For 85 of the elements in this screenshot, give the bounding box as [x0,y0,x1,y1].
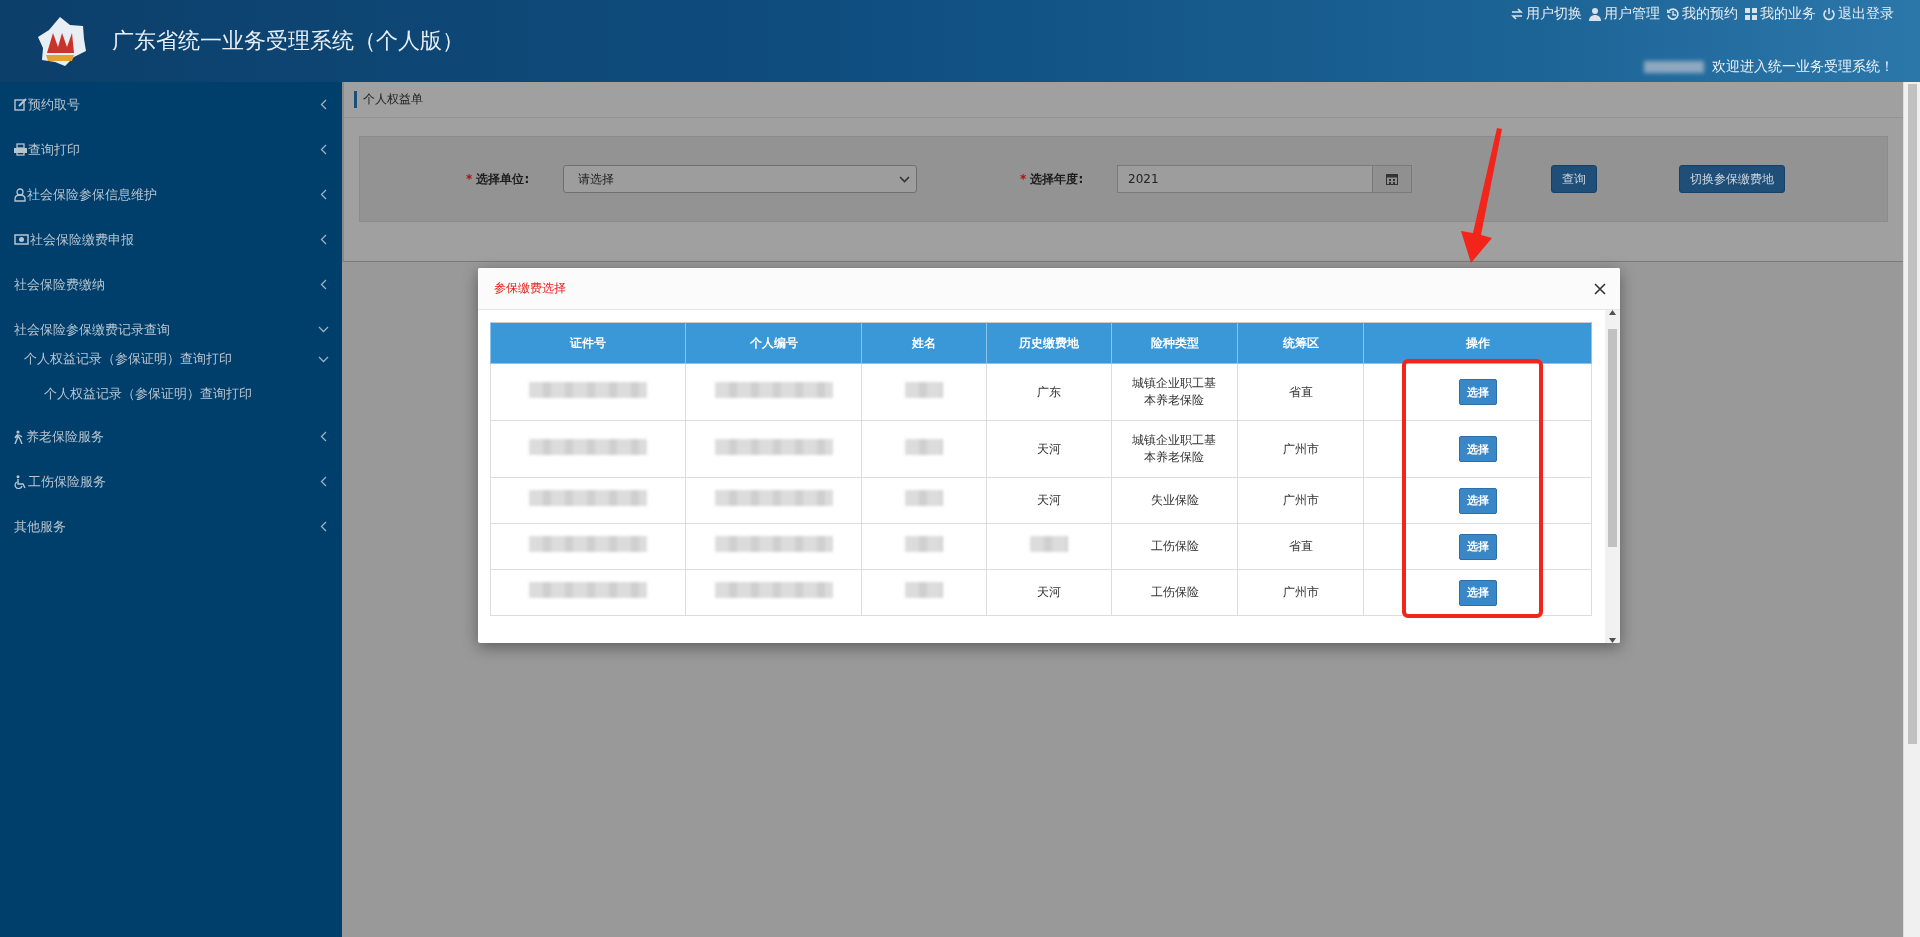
app-title: 广东省统一业务受理系统（个人版） [112,27,464,55]
page-scrollbar[interactable] [1907,84,1917,744]
chevron-left-icon [320,99,327,110]
table-cell: 广州市 [1282,440,1319,458]
table-cell: 天河 [1037,492,1061,509]
table-cell: 工伤保险 [1150,538,1199,555]
banknote-icon [14,234,29,245]
scroll-down-icon[interactable] [1609,638,1616,643]
header-link[interactable]: 我的业务 [1744,5,1816,23]
year-field[interactable]: 2021 [1117,165,1373,193]
close-icon[interactable] [1594,282,1606,295]
blurred-text [905,490,943,506]
printer-icon [14,143,27,156]
chevron-left-icon [320,521,327,532]
blurred-text [1030,536,1068,552]
chevron-left-icon [320,279,327,290]
chevron-down-icon [899,175,910,183]
column-header: 证件号 [570,335,606,350]
history-icon [1666,7,1680,21]
chevron-left-icon [320,431,327,442]
select-button[interactable]: 选择 [1458,379,1497,405]
nav-item[interactable]: 社会保险缴费申报 [0,217,342,262]
chevron-left-icon [320,476,327,487]
nav-item[interactable]: 查询打印 [0,127,342,172]
table-cell: 省直 [1288,383,1313,401]
nav-item[interactable]: 预约取号 [0,82,342,127]
user-icon [14,187,26,202]
column-header: 个人编号 [749,335,798,350]
header-link[interactable]: 我的预约 [1666,5,1738,23]
field-label: * 选择年度: [1020,170,1085,188]
edit-icon [14,98,27,111]
table-cell: 广州市 [1282,584,1319,601]
chevron-down-icon [318,326,329,333]
nav-item[interactable]: 社会保险参保信息维护 [0,172,342,217]
table-cell: 城镇企业职工基本养老保险 [1131,375,1218,409]
header-link[interactable]: 用户切换 [1510,5,1582,23]
blurred-text [905,582,943,598]
grid-icon [1744,7,1758,21]
blurred-text [905,438,943,455]
wheelchair-icon [14,474,27,489]
table-cell: 广州市 [1282,492,1319,509]
switch-location-button[interactable]: 切换参保缴费地 [1679,165,1785,193]
chevron-down-icon [318,355,329,363]
table-cell: 天河 [1037,584,1061,601]
switch-icon [1510,7,1524,21]
select-button[interactable]: 选择 [1458,533,1497,560]
unit-select[interactable]: 请选择 [563,165,917,193]
nav-item[interactable]: 个人权益记录（参保证明）查询打印 [0,374,342,414]
nav-item[interactable]: 养老保险服务 [0,414,342,459]
column-header: 姓名 [912,335,936,350]
user-icon [1588,7,1602,21]
blurred-username [1644,61,1704,73]
table-cell: 天河 [1037,440,1061,458]
chevron-left-icon [320,144,327,155]
nav-item[interactable]: 社会保险费缴纳 [0,262,342,307]
select-button[interactable]: 选择 [1458,487,1497,514]
select-button[interactable]: 选择 [1458,436,1497,462]
table-cell: 广东 [1037,383,1061,401]
field-label: * 选择单位: [466,170,531,188]
scrollbar[interactable] [1605,310,1620,643]
dialog-title: 参保缴费选择 [494,280,566,297]
blurred-text [905,536,943,552]
table-cell: 省直 [1288,538,1313,555]
column-header: 操作 [1465,335,1490,350]
calendar-button[interactable] [1373,165,1412,193]
column-header: 统筹区 [1282,335,1319,350]
table-cell: 失业保险 [1150,492,1199,509]
nav-item[interactable]: 工伤保险服务 [0,459,342,504]
chevron-left-icon [320,234,327,245]
query-button[interactable]: 查询 [1551,165,1597,193]
header-link[interactable]: 用户管理 [1588,5,1660,23]
column-header: 险种类型 [1150,335,1199,350]
chevron-left-icon [320,189,327,200]
nav-item[interactable]: 其他服务 [0,504,342,549]
blurred-text [905,381,943,398]
calendar-icon [1386,173,1398,185]
header-link[interactable]: 退出登录 [1822,5,1894,23]
column-header: 历史缴费地 [1019,335,1079,350]
power-icon [1822,7,1836,21]
select-button[interactable]: 选择 [1458,579,1497,606]
welcome-text: 欢迎进入统一业务受理系统！ [1712,58,1894,76]
table-cell: 城镇企业职工基本养老保险 [1131,432,1218,466]
table-cell: 工伤保险 [1150,584,1199,601]
walking-person-icon [14,429,25,444]
breadcrumb-title: 个人权益单 [354,91,423,108]
